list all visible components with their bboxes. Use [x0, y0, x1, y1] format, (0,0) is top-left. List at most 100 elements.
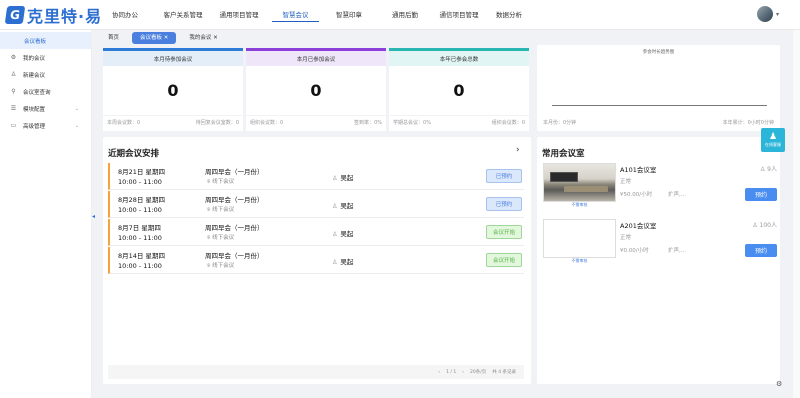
logo-text: 克里特·易: [27, 7, 103, 26]
list-item[interactable]: 8月14日 星期四 10:00 - 11:00 周四早会（一月份） ⌾ 线下会议 …: [108, 247, 524, 274]
user-icon: ♙: [332, 203, 338, 210]
sidebar-item-label: 我的会议: [23, 55, 46, 62]
room-name: A101会议室: [620, 166, 657, 174]
stat-footer-label: 组织会议数：: [250, 120, 281, 126]
sidebar-item-label: 模块配置: [23, 106, 46, 113]
meeting-location: ⌾ 线下会议: [207, 235, 235, 241]
user-icon: ♙: [759, 166, 766, 173]
book-room-button[interactable]: 预约: [745, 188, 777, 201]
search-icon: ⚲: [11, 88, 16, 95]
meeting-title: 周四早会（一月份）: [205, 168, 264, 176]
meeting-title: 周四早会（一月份）: [205, 196, 264, 204]
room-price: ¥50.00/小时: [620, 192, 653, 198]
tab-label: 我的会议: [189, 35, 212, 41]
book-room-button[interactable]: 预约: [745, 244, 777, 257]
collapse-sidebar-icon[interactable]: ◂: [92, 213, 95, 220]
user-icon: ♟: [768, 131, 778, 142]
location-pin-icon: ⌾: [207, 235, 211, 241]
sidebar-item-advanced[interactable]: ▭ 高级管理 ⌄: [0, 117, 91, 134]
stat-card-pending: 本月待参加会议 0 本周会议数：0 待回复会议室数：0: [103, 48, 243, 131]
room-price: ¥0.00/小时: [620, 248, 649, 254]
prev-page-icon[interactable]: ‹: [438, 370, 440, 375]
meeting-location: ⌾ 线下会议: [207, 207, 235, 213]
stat-value: 0: [310, 81, 322, 100]
sidebar-item-label: 会议室查询: [23, 89, 51, 96]
sidebar-item-label: 新建会议: [23, 72, 46, 79]
main-nav: 协同办公 客户关系管理 通用项目管理 智慧会议 智慧印章 通用后勤 通信项目管理…: [110, 0, 524, 30]
start-meeting-button[interactable]: 会议开始: [486, 225, 522, 239]
tab-home[interactable]: 首页: [100, 32, 127, 44]
page-size-select[interactable]: 20条/页: [470, 369, 486, 375]
monitor-icon: ▭: [10, 122, 17, 129]
chevron-down-icon[interactable]: ▾: [776, 11, 779, 18]
sidebar-item-my-meetings[interactable]: ⚙ 我的会议: [0, 49, 91, 66]
close-icon[interactable]: ✕: [164, 35, 169, 41]
meeting-host: ♙ 吴起: [332, 174, 354, 182]
list-item[interactable]: 8月28日 星期四 10:00 - 11:00 周四早会（一月份） ⌾ 线下会议 …: [108, 191, 524, 218]
stat-footer: 学期总会议：0% 组织会议数：0: [389, 115, 529, 129]
online-service-button[interactable]: ♟ 在线客服: [761, 128, 785, 152]
sidebar-item-module-config[interactable]: ☰ 模块配置 ⌄: [0, 100, 91, 117]
nav-item-telecom[interactable]: 通信项目管理: [438, 0, 480, 30]
sidebar-item-label: 高级管理: [23, 123, 46, 130]
location-pin-icon: ⌾: [207, 179, 211, 185]
close-icon[interactable]: ✕: [213, 35, 218, 41]
list-item[interactable]: 8月21日 星期四 10:00 - 11:00 周四早会（一月份） ⌾ 线下会议 …: [108, 163, 524, 190]
meeting-title: 周四早会（一月份）: [205, 252, 264, 260]
start-meeting-button[interactable]: 会议开始: [486, 253, 522, 267]
stat-footer-label: 学期总会议：: [393, 120, 424, 126]
chevron-down-icon: ⌄: [74, 105, 79, 112]
logo[interactable]: G 克里特·易: [4, 5, 103, 26]
sidebar-item-dashboard[interactable]: 会议看板: [0, 32, 91, 49]
meeting-date: 8月21日 星期四 10:00 - 11:00: [118, 168, 165, 186]
scrollbar[interactable]: [793, 30, 800, 398]
meeting-location: ⌾ 线下会议: [207, 179, 235, 185]
nav-item-crm[interactable]: 客户关系管理: [162, 0, 204, 30]
list-item[interactable]: 8月7日 星期四 10:00 - 11:00 周四早会（一月份） ⌾ 线下会议 ♙…: [108, 219, 524, 246]
sidebar-item-label: 会议看板: [24, 38, 47, 45]
meeting-host: ♙ 吴起: [332, 230, 354, 238]
room-status: 正常: [620, 235, 632, 241]
top-navbar: G 克里特·易 协同办公 客户关系管理 通用项目管理 智慧会议 智慧印章 通用后…: [0, 0, 800, 30]
meeting-title: 周四早会（一月份）: [205, 224, 264, 232]
stat-footer: 组织会议数：0 签到率：0%: [246, 115, 386, 129]
room-equipment: 扩声,...: [668, 248, 686, 254]
nav-item-seal[interactable]: 智慧印章: [334, 0, 364, 30]
duration-trend-card: 参会时长趋势图 本月份：0分钟 本年累计：0小时0分钟: [537, 45, 780, 131]
list-icon: ☰: [10, 105, 17, 112]
pagination: ‹ 1 / 1 › 20条/页 共 4 条记录: [108, 365, 524, 379]
next-page-icon[interactable]: ›: [462, 370, 464, 375]
nav-item-logistics[interactable]: 通用后勤: [390, 0, 420, 30]
room-equipment: 扩声,...: [668, 192, 686, 198]
avatar[interactable]: [757, 6, 773, 22]
sidebar-item-room-search[interactable]: ⚲ 会议室查询: [0, 83, 91, 100]
booked-button[interactable]: 已预约: [486, 169, 522, 183]
room-review-note: 不需审核: [571, 258, 588, 263]
stat-footer-value: 0%: [374, 120, 382, 126]
chevron-right-icon[interactable]: ›: [516, 145, 520, 155]
page-tabs: 首页 会议看板 ✕ 我的会议 ✕: [100, 31, 231, 45]
settings-icon[interactable]: ⚙: [776, 380, 782, 388]
room-capacity: ♙ 9人: [759, 166, 777, 173]
nav-item-project[interactable]: 通用项目管理: [218, 0, 260, 30]
tab-my-meetings[interactable]: 我的会议 ✕: [181, 32, 225, 44]
stat-footer-value: 0: [521, 120, 525, 126]
nav-item-meeting[interactable]: 智慧会议: [272, 0, 319, 30]
meeting-date: 8月14日 星期四 10:00 - 11:00: [118, 252, 165, 270]
total-records: 共 4 条记录: [492, 370, 516, 375]
section-title: 常用会议室: [542, 149, 585, 159]
stat-title: 本月已参加会议: [246, 48, 386, 66]
room-name: A201会议室: [620, 222, 657, 230]
nav-item-collab[interactable]: 协同办公: [110, 0, 140, 30]
stat-title: 本年已参会总数: [389, 48, 529, 66]
stat-title: 本月待参加会议: [103, 48, 243, 66]
meeting-location: ⌾ 线下会议: [207, 263, 235, 269]
tab-dashboard[interactable]: 会议看板 ✕: [132, 32, 177, 44]
location-pin-icon: ⌾: [207, 263, 211, 269]
logo-mark: G: [4, 6, 26, 24]
booked-button[interactable]: 已预约: [486, 197, 522, 211]
sidebar-item-new-meeting[interactable]: ♙ 新建会议: [0, 66, 91, 83]
nav-item-analytics[interactable]: 数据分析: [494, 0, 524, 30]
stat-card-attended: 本月已参加会议 0 组织会议数：0 签到率：0%: [246, 48, 386, 131]
stat-footer-value: 0: [235, 120, 239, 126]
